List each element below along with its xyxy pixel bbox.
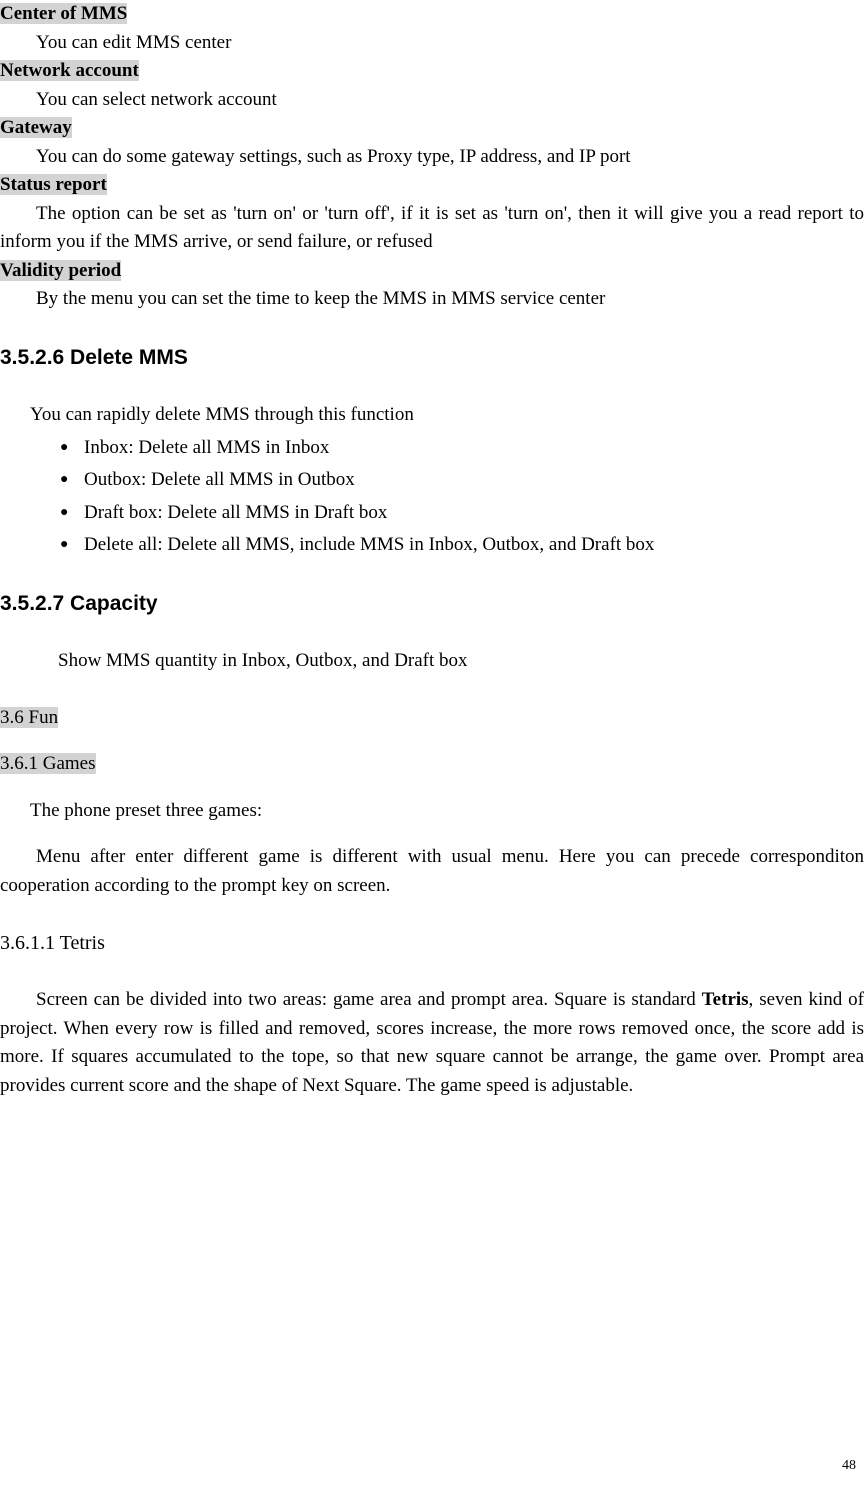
heading-delete-mms: 3.5.2.6 Delete MMS <box>0 342 864 374</box>
heading-capacity: 3.5.2.7 Capacity <box>0 588 864 620</box>
label-validity-period: Validity period <box>0 260 121 281</box>
heading-tetris: 3.6.1.1 Tetris <box>0 928 864 958</box>
desc-status-report: The option can be set as 'turn on' or 't… <box>0 200 864 257</box>
tetris-text-start: Screen can be divided into two areas: ga… <box>36 989 702 1010</box>
section-gateway: Gateway You can do some gateway settings… <box>0 114 864 171</box>
section-fun: 3.6 Fun <box>0 704 864 733</box>
label-gateway: Gateway <box>0 117 72 138</box>
intro-games: The phone preset three games: <box>0 797 864 826</box>
label-games: 3.6.1 Games <box>0 753 96 774</box>
section-center-mms: Center of MMS You can edit MMS center <box>0 0 864 57</box>
section-games: 3.6.1 Games <box>0 750 864 779</box>
document-page: Center of MMS You can edit MMS center Ne… <box>0 0 864 1140</box>
tetris-bold: Tetris <box>702 989 749 1010</box>
label-fun: 3.6 Fun <box>0 707 58 728</box>
list-item: Delete all: Delete all MMS, include MMS … <box>60 531 864 560</box>
label-network-account: Network account <box>0 60 139 81</box>
page-number: 48 <box>842 1455 856 1476</box>
list-item: Inbox: Delete all MMS in Inbox <box>60 434 864 463</box>
para-games: Menu after enter different game is diffe… <box>0 843 864 900</box>
label-status-report: Status report <box>0 174 107 195</box>
list-item: Draft box: Delete all MMS in Draft box <box>60 499 864 528</box>
intro-delete-mms: You can rapidly delete MMS through this … <box>0 401 864 430</box>
list-delete-mms: Inbox: Delete all MMS in Inbox Outbox: D… <box>0 434 864 560</box>
para-tetris: Screen can be divided into two areas: ga… <box>0 986 864 1100</box>
desc-capacity: Show MMS quantity in Inbox, Outbox, and … <box>0 647 864 676</box>
desc-validity-period: By the menu you can set the time to keep… <box>0 285 864 314</box>
desc-network-account: You can select network account <box>0 86 864 115</box>
desc-gateway: You can do some gateway settings, such a… <box>0 143 864 172</box>
section-network-account: Network account You can select network a… <box>0 57 864 114</box>
desc-center-mms: You can edit MMS center <box>0 29 864 58</box>
list-item: Outbox: Delete all MMS in Outbox <box>60 466 864 495</box>
section-status-report: Status report The option can be set as '… <box>0 171 864 257</box>
label-center-mms: Center of MMS <box>0 3 127 24</box>
section-validity-period: Validity period By the menu you can set … <box>0 257 864 314</box>
